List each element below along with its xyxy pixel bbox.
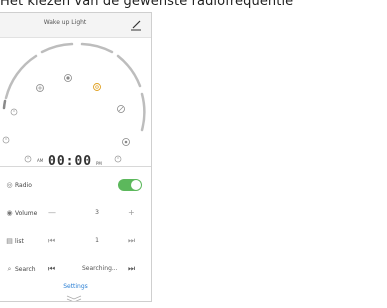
sound-icon-3[interactable] <box>117 105 125 113</box>
dial-segment <box>140 92 146 132</box>
list-next-button[interactable]: ⏭ <box>128 236 135 246</box>
volume-down-button[interactable]: — <box>48 208 56 217</box>
alarm-icon-3[interactable] <box>24 155 32 163</box>
search-next-button[interactable]: ⏭ <box>128 264 135 274</box>
search-row: ⌕ Search ⏮ Searching... ⏭ <box>0 257 151 281</box>
sound-icon-2[interactable] <box>64 74 72 82</box>
dial-segment <box>80 42 114 54</box>
alarm-icon-1[interactable] <box>10 108 18 116</box>
sound-icon-4[interactable] <box>122 138 130 146</box>
list-prev-button[interactable]: ⏮ <box>48 236 55 246</box>
chevron-down-icon[interactable] <box>64 295 84 302</box>
clock-dial: AM 00:00 PM <box>2 42 146 166</box>
list-label: list <box>15 238 24 245</box>
radio-label: Radio <box>15 182 32 189</box>
dial-segment <box>116 54 142 88</box>
search-label: Search <box>15 266 36 273</box>
search-status: Searching... <box>82 265 118 272</box>
volume-value: 3 <box>95 209 99 216</box>
speaker-icon: ◉ <box>6 209 13 217</box>
dial-segment <box>4 54 38 100</box>
dial-segment <box>40 42 74 54</box>
sound-icon-1[interactable] <box>36 84 44 92</box>
app-window: Wake up Light AM 00:00 PM ◎ Radio ◉ Volu… <box>0 12 152 302</box>
title-bar: Wake up Light <box>0 13 151 38</box>
list-icon: ▤ <box>6 237 13 245</box>
radio-row: ◎ Radio <box>0 173 151 197</box>
dial-segment-active <box>2 99 7 110</box>
radio-source-icon[interactable] <box>93 83 101 91</box>
clock-dial-area: AM 00:00 PM <box>0 38 151 166</box>
volume-row: ◉ Volume — 3 + <box>0 201 151 225</box>
list-value: 1 <box>95 237 99 244</box>
search-icon: ⌕ <box>7 265 12 273</box>
app-title: Wake up Light <box>43 19 87 26</box>
radio-toggle[interactable] <box>118 179 142 191</box>
controls-panel: ◎ Radio ◉ Volume — 3 + ▤ list ⏮ 1 ⏭ ⌕ Search… <box>0 166 151 302</box>
am-label: AM <box>37 158 44 163</box>
time-display: 00:00 <box>48 154 92 166</box>
alarm-icon-2[interactable] <box>2 136 10 144</box>
pen-icon[interactable] <box>129 18 143 32</box>
list-row: ▤ list ⏮ 1 ⏭ <box>0 229 151 253</box>
page-caption: Het kiezen van de gewenste radiofrequent… <box>0 0 294 9</box>
volume-label: Volume <box>15 210 38 217</box>
search-prev-button[interactable]: ⏮ <box>48 264 55 274</box>
radio-icon: ◎ <box>6 181 13 189</box>
settings-link[interactable]: Settings <box>0 283 151 290</box>
alarm-icon-4[interactable] <box>114 155 122 163</box>
volume-up-button[interactable]: + <box>128 208 135 217</box>
toggle-knob <box>131 180 141 190</box>
